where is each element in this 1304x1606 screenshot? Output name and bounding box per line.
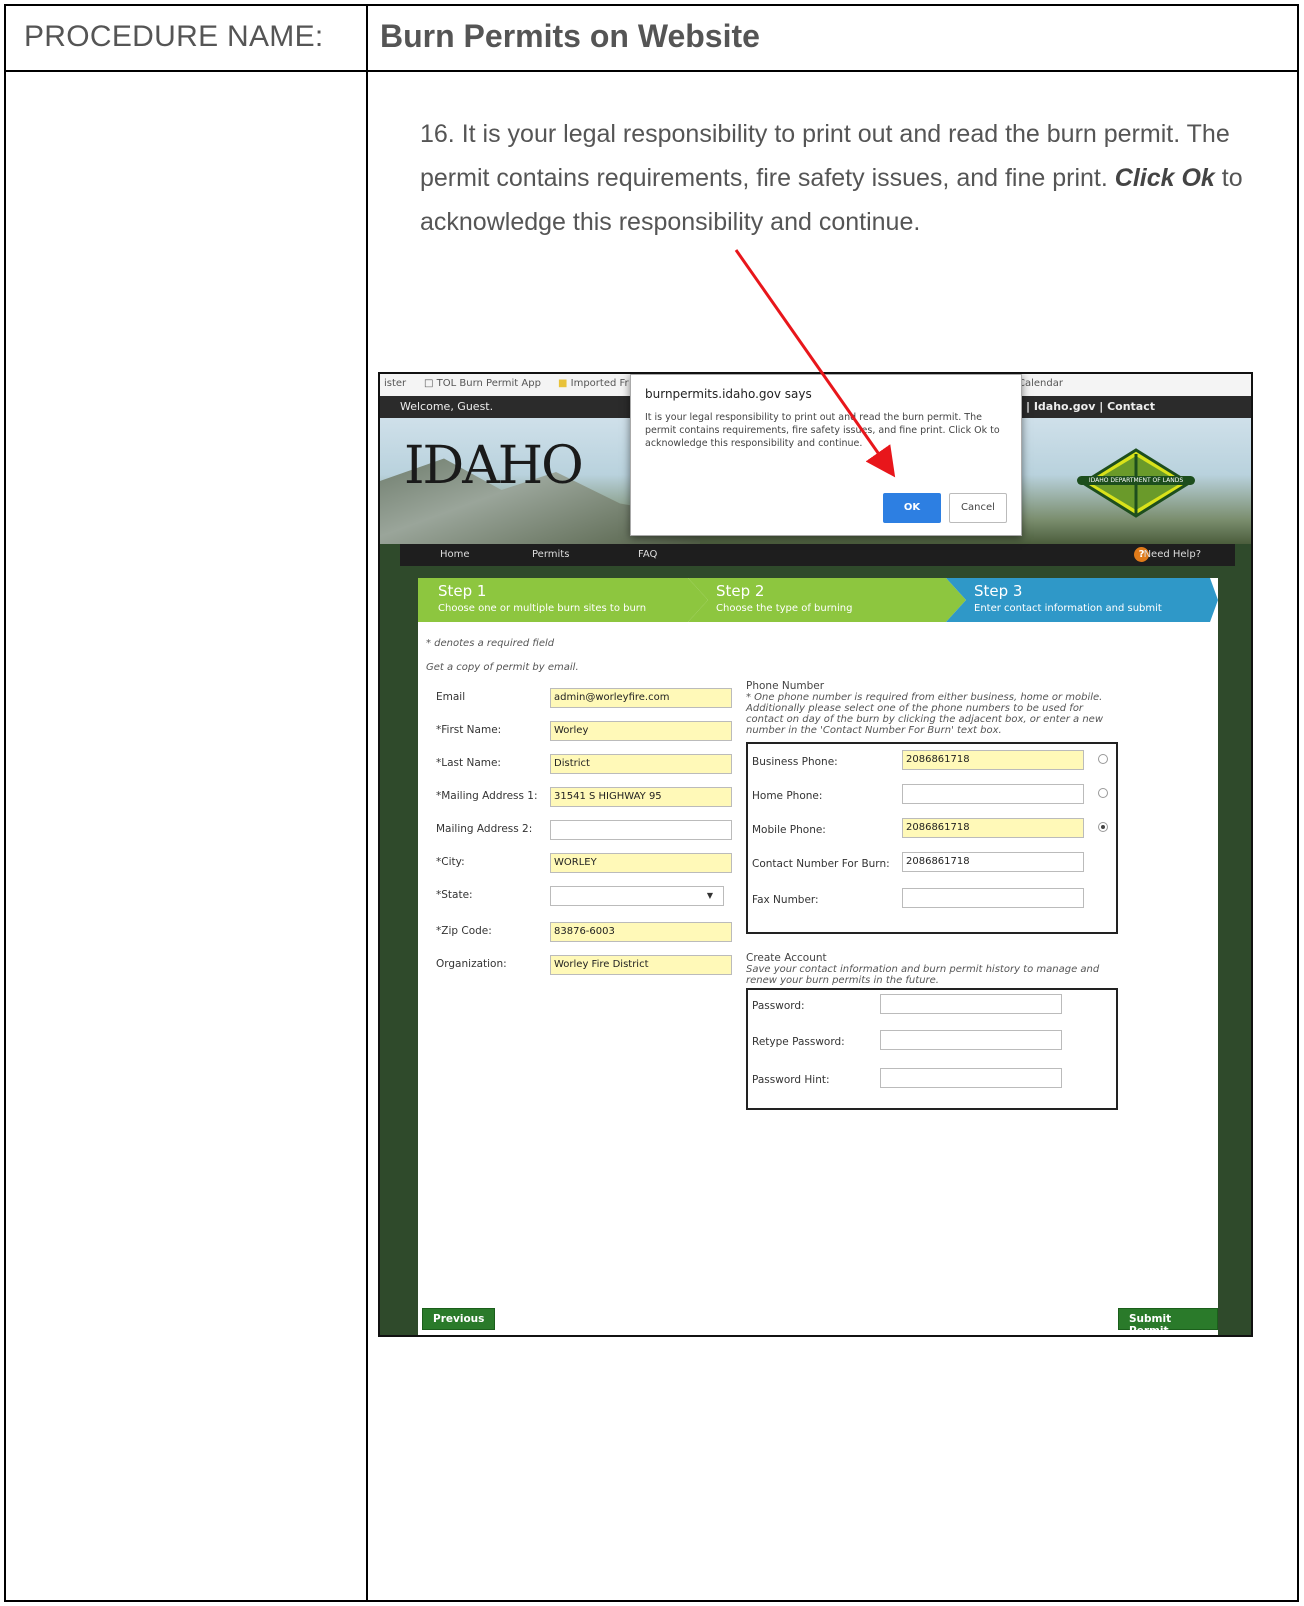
state-label: *State: xyxy=(436,889,473,901)
main-nav: Home Permits FAQ ? Need Help? xyxy=(400,544,1235,566)
website-screenshot: ister □ TOL Burn Permit App ■ Imported F… xyxy=(378,372,1253,1337)
submit-permit-button[interactable]: Submit Permit xyxy=(1118,1308,1218,1335)
idl-logo-text: IDAHO DEPARTMENT OF LANDS xyxy=(1077,476,1195,485)
fax-number-label: Fax Number: xyxy=(752,894,819,906)
step-progress: Step 1 Choose one or multiple burn sites… xyxy=(418,578,1218,622)
state-select[interactable]: ▼ xyxy=(550,886,724,906)
first-name-label: *First Name: xyxy=(436,724,502,736)
cancel-button[interactable]: Cancel xyxy=(949,493,1007,523)
business-phone-radio[interactable] xyxy=(1098,754,1108,764)
account-box: Password: Retype Password: Password Hint… xyxy=(746,988,1118,1110)
step-1-subtitle: Choose one or multiple burn sites to bur… xyxy=(438,603,647,614)
zip-field[interactable]: 83876-6003 xyxy=(550,922,732,942)
nav-help[interactable]: Need Help? xyxy=(1144,549,1201,560)
zip-label: *Zip Code: xyxy=(436,925,492,937)
bookmark-item[interactable]: ister xyxy=(384,378,406,389)
chevron-down-icon: ▼ xyxy=(706,891,713,900)
step-emphasis: Click Ok xyxy=(1114,164,1215,192)
step-2-title: Step 2 xyxy=(716,582,765,600)
step-2-subtitle: Choose the type of burning xyxy=(716,603,853,614)
confirm-dialog: burnpermits.idaho.gov says It is your le… xyxy=(630,374,1022,536)
nav-permits[interactable]: Permits xyxy=(532,549,569,560)
mailing-address-1-field[interactable]: 31541 S HIGHWAY 95 xyxy=(550,787,732,807)
organization-field[interactable]: Worley Fire District xyxy=(550,955,732,975)
mobile-phone-label: Mobile Phone: xyxy=(752,824,826,836)
mailing-address-2-label: Mailing Address 2: xyxy=(436,823,533,835)
account-section-title: Create Account xyxy=(746,952,827,964)
business-phone-field[interactable]: 2086861718 xyxy=(902,750,1084,770)
welcome-text: Welcome, Guest. xyxy=(400,400,494,413)
contact-number-field[interactable]: 2086861718 xyxy=(902,852,1084,872)
fax-number-field[interactable] xyxy=(902,888,1084,908)
password-field[interactable] xyxy=(880,994,1062,1014)
home-phone-radio[interactable] xyxy=(1098,788,1108,798)
step-2: Step 2 Choose the type of burning xyxy=(688,578,966,622)
business-phone-label: Business Phone: xyxy=(752,756,838,768)
bookmark-item[interactable]: Calendar xyxy=(1018,378,1063,389)
phone-note: * One phone number is required from eith… xyxy=(746,692,1103,736)
home-phone-label: Home Phone: xyxy=(752,790,823,802)
retype-password-field[interactable] xyxy=(880,1030,1062,1050)
email-label: Email xyxy=(436,691,466,703)
email-note: Get a copy of permit by email. xyxy=(426,662,579,673)
instruction-step: 16. It is your legal responsibility to p… xyxy=(420,112,1260,244)
mobile-phone-radio[interactable] xyxy=(1098,822,1108,832)
password-hint-label: Password Hint: xyxy=(752,1074,830,1086)
first-name-field[interactable]: Worley xyxy=(550,721,732,741)
previous-button[interactable]: Previous xyxy=(422,1308,496,1330)
password-label: Password: xyxy=(752,1000,805,1012)
account-note: Save your contact information and burn p… xyxy=(746,964,1100,986)
dialog-message: It is your legal responsibility to print… xyxy=(645,412,1000,449)
column-divider xyxy=(366,6,368,1600)
step-1-title: Step 1 xyxy=(438,582,487,600)
contact-number-label: Contact Number For Burn: xyxy=(752,858,890,870)
phone-box: Business Phone: 2086861718 Home Phone: M… xyxy=(746,742,1118,934)
step-text: It is your legal responsibility to print… xyxy=(420,120,1230,192)
home-phone-field[interactable] xyxy=(902,784,1084,804)
mailing-address-2-field[interactable] xyxy=(550,820,732,840)
city-field[interactable]: WORLEY xyxy=(550,853,732,873)
mobile-phone-field[interactable]: 2086861718 xyxy=(902,818,1084,838)
nav-faq[interactable]: FAQ xyxy=(638,549,657,560)
row-divider xyxy=(6,70,1297,72)
retype-password-label: Retype Password: xyxy=(752,1036,845,1048)
step-number: 16. xyxy=(420,120,455,148)
folder-icon: ■ xyxy=(558,378,568,389)
city-label: *City: xyxy=(436,856,465,868)
nav-home[interactable]: Home xyxy=(440,549,470,560)
form-content: Step 1 Choose one or multiple burn sites… xyxy=(418,578,1218,1335)
step-3-title: Step 3 xyxy=(974,582,1023,600)
ok-button[interactable]: OK xyxy=(883,493,941,523)
password-hint-field[interactable] xyxy=(880,1068,1062,1088)
step-3-subtitle: Enter contact information and submit xyxy=(974,603,1162,614)
idaho-logo[interactable]: IDAHO xyxy=(404,436,584,496)
email-field[interactable]: admin@worleyfire.com xyxy=(550,688,732,708)
organization-label: Organization: xyxy=(436,958,507,970)
dialog-title: burnpermits.idaho.gov says xyxy=(645,387,812,401)
mailing-address-1-label: *Mailing Address 1: xyxy=(436,790,538,802)
step-1: Step 1 Choose one or multiple burn sites… xyxy=(418,578,708,622)
bookmark-item[interactable]: □ TOL Burn Permit App xyxy=(424,378,541,389)
step-3: Step 3 Enter contact information and sub… xyxy=(946,578,1218,622)
last-name-field[interactable]: District xyxy=(550,754,732,774)
procedure-label: PROCEDURE NAME: xyxy=(24,20,324,53)
bookmark-folder[interactable]: ■ Imported Fr xyxy=(558,378,629,389)
last-name-label: *Last Name: xyxy=(436,757,501,769)
phone-section-title: Phone Number xyxy=(746,680,825,692)
required-note: * denotes a required field xyxy=(426,638,555,649)
procedure-name: Burn Permits on Website xyxy=(380,18,760,54)
